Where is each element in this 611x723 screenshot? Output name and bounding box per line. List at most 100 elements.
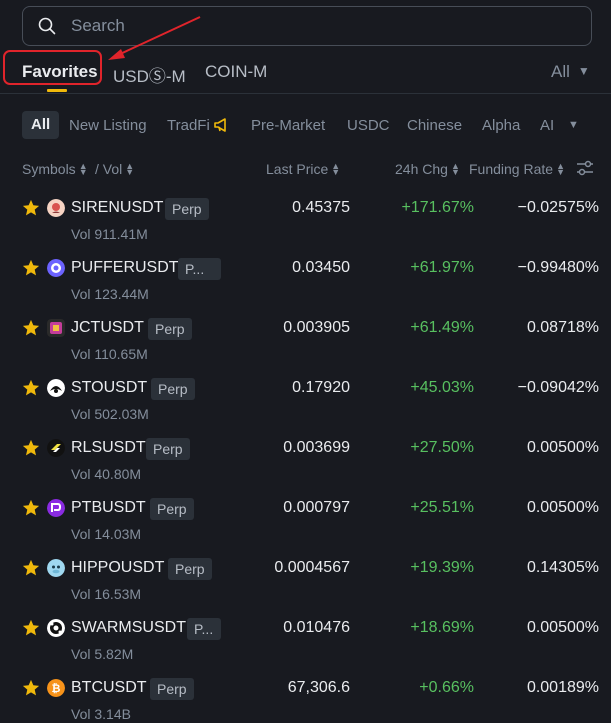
filters-more-chevron-icon[interactable]: ▼	[568, 119, 579, 131]
sort-icon: ▲ ▼	[78, 161, 88, 177]
volume: Vol 123.44M	[71, 286, 149, 302]
svg-text:₿: ₿	[52, 682, 61, 695]
market-row[interactable]: ₿ BTCUSDT Perp Vol 3.14B 67,306.6 +0.66%…	[0, 673, 611, 723]
header-24h-chg[interactable]: 24h Chg ▲ ▼	[395, 161, 460, 177]
price-change: +45.03%	[410, 379, 474, 396]
tab-usds-m[interactable]: USDⓈ-M	[113, 62, 186, 87]
volume: Vol 3.14B	[71, 706, 131, 722]
market-row[interactable]: PTBUSDT Perp Vol 14.03M 0.000797 +25.51%…	[0, 493, 611, 553]
jct-icon	[47, 319, 65, 337]
header-symbols[interactable]: Symbols ▲ ▼	[22, 161, 88, 177]
funding-rate: 0.00189%	[526, 679, 599, 696]
search-placeholder: Search	[71, 16, 125, 35]
rls-icon	[47, 439, 65, 457]
last-price: 67,306.6	[287, 679, 350, 696]
puffer-icon	[47, 259, 65, 277]
volume: Vol 16.53M	[71, 586, 142, 602]
funding-rate: 0.14305%	[526, 559, 599, 576]
funding-rate: 0.00500%	[526, 499, 599, 516]
star-icon[interactable]	[22, 499, 40, 517]
header-funding-rate[interactable]: Funding Rate ▲ ▼	[469, 161, 565, 177]
market-row[interactable]: PUFFERUSDT P... Vol 123.44M 0.03450 +61.…	[0, 253, 611, 313]
sort-icon: ▲ ▼	[556, 161, 565, 177]
last-price: 0.010476	[283, 619, 350, 636]
perp-badge: Perp	[150, 498, 194, 520]
swarms-icon	[47, 619, 65, 637]
funding-rate: 0.00500%	[526, 439, 599, 456]
symbol-name: JCTUSDT	[71, 319, 144, 336]
price-change: +0.66%	[419, 679, 474, 696]
chevron-down-icon: ▼	[577, 64, 590, 78]
last-price: 0.003699	[283, 439, 350, 456]
filter-pre-market[interactable]: Pre-Market	[251, 117, 325, 134]
symbol-name: SIRENUSDT	[71, 199, 164, 216]
symbol-name: PTBUSDT	[71, 499, 146, 516]
star-icon[interactable]	[22, 559, 40, 577]
volume: Vol 911.41M	[71, 226, 148, 242]
favorites-highlight-box	[3, 50, 102, 85]
search-input[interactable]: Search	[22, 6, 592, 46]
filter-new-listing[interactable]: New Listing	[69, 117, 147, 134]
star-icon[interactable]	[22, 619, 40, 637]
column-settings-icon[interactable]	[576, 159, 594, 177]
volume: Vol 110.65M	[71, 346, 148, 362]
hippo-icon	[47, 559, 65, 577]
filter-ai[interactable]: AI	[540, 117, 554, 134]
sort-icon: ▲ ▼	[125, 161, 135, 177]
category-filters: All New Listing TradFi Pre-Market USDC C…	[0, 110, 611, 140]
last-price: 0.003905	[283, 319, 350, 336]
price-change: +25.51%	[410, 499, 474, 516]
funding-rate: 0.08718%	[526, 319, 599, 336]
volume: Vol 502.03M	[71, 406, 149, 422]
bitcoin-icon: ₿	[47, 679, 65, 697]
symbol-name: STOUSDT	[71, 379, 148, 396]
tab-coin-m[interactable]: COIN-M	[205, 62, 267, 82]
last-price: 0.03450	[292, 259, 350, 276]
siren-icon	[47, 199, 65, 217]
volume: Vol 14.03M	[71, 526, 142, 542]
symbol-name: PUFFERUSDT	[71, 259, 179, 276]
volume: Vol 40.80M	[71, 466, 142, 482]
perp-badge: Perp	[150, 678, 194, 700]
market-row[interactable]: STOUSDT Perp Vol 502.03M 0.17920 +45.03%…	[0, 373, 611, 433]
star-icon[interactable]	[22, 439, 40, 457]
all-dropdown-label: All	[551, 62, 570, 81]
price-change: +61.49%	[410, 319, 474, 336]
star-icon[interactable]	[22, 379, 40, 397]
funding-rate: 0.00500%	[526, 619, 599, 636]
market-row[interactable]: RLSUSDT Perp Vol 40.80M 0.003699 +27.50%…	[0, 433, 611, 493]
star-icon[interactable]	[22, 199, 40, 217]
perp-badge: Perp	[168, 558, 212, 580]
funding-rate: −0.09042%	[517, 379, 599, 396]
market-row[interactable]: SWARMSUSDT P... Vol 5.82M 0.010476 +18.6…	[0, 613, 611, 673]
filter-all[interactable]: All	[22, 111, 60, 139]
perp-badge: Perp	[148, 318, 192, 340]
all-dropdown[interactable]: All ▼	[551, 62, 590, 82]
header-last-price-label: Last Price	[266, 161, 329, 177]
symbol-name: BTCUSDT	[71, 679, 147, 696]
header-symbols-label: Symbols	[22, 161, 76, 177]
perp-badge: P...	[178, 258, 221, 280]
header-last-price[interactable]: Last Price ▲ ▼	[266, 161, 340, 177]
market-row[interactable]: JCTUSDT Perp Vol 110.65M 0.003905 +61.49…	[0, 313, 611, 373]
star-icon[interactable]	[22, 679, 40, 697]
funding-rate: −0.02575%	[517, 199, 599, 216]
search-icon	[38, 17, 56, 35]
market-row[interactable]: HIPPOUSDT Perp Vol 16.53M 0.0004567 +19.…	[0, 553, 611, 613]
perp-badge: P...	[187, 618, 221, 640]
filter-usdc[interactable]: USDC	[347, 117, 390, 134]
header-vol[interactable]: / Vol ▲ ▼	[95, 161, 134, 177]
last-price: 0.0004567	[274, 559, 350, 576]
symbol-name: RLSUSDT	[71, 439, 146, 456]
perp-badge: Perp	[151, 378, 195, 400]
filter-tradfi[interactable]: TradFi	[167, 117, 231, 134]
market-row[interactable]: SIRENUSDT Perp Vol 911.41M 0.45375 +171.…	[0, 193, 611, 253]
filter-chinese[interactable]: Chinese	[407, 117, 462, 134]
active-tab-indicator	[47, 89, 67, 92]
star-icon[interactable]	[22, 259, 40, 277]
sto-icon	[47, 379, 65, 397]
price-change: +18.69%	[410, 619, 474, 636]
filter-alpha[interactable]: Alpha	[482, 117, 520, 134]
funding-rate: −0.99480%	[517, 259, 599, 276]
star-icon[interactable]	[22, 319, 40, 337]
